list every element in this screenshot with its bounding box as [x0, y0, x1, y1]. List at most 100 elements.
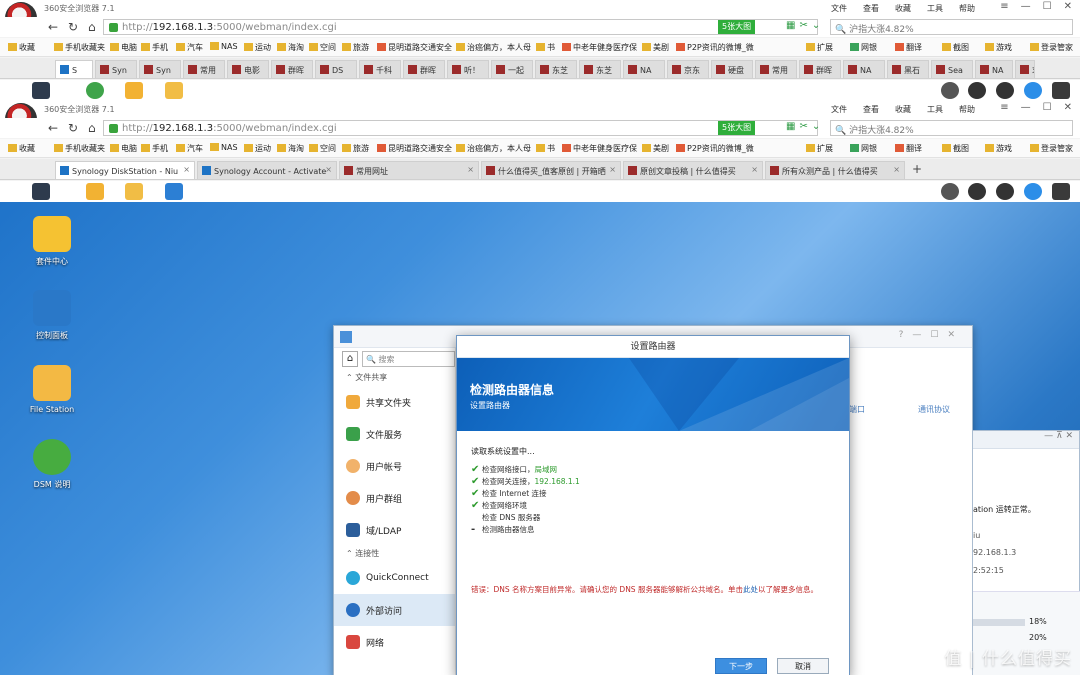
- bookmark-item[interactable]: 书: [536, 42, 555, 53]
- bookmark-item[interactable]: NAS: [210, 143, 238, 152]
- desktop-icon-control-panel[interactable]: 控制面板: [20, 290, 84, 341]
- maximize-icon[interactable]: ☐: [1043, 102, 1052, 113]
- bookmark-item[interactable]: 治癌偏方，本人母: [456, 42, 531, 53]
- tab[interactable]: 东芝: [535, 60, 577, 78]
- close-tab-icon[interactable]: ×: [467, 165, 474, 174]
- maximize-icon[interactable]: ☐: [1043, 1, 1052, 12]
- sidebar-item-external-access[interactable]: 外部访问: [334, 594, 455, 626]
- tab[interactable]: 群晖: [403, 60, 445, 78]
- next-button[interactable]: 下一步: [715, 658, 767, 674]
- menu-help[interactable]: 帮助: [959, 3, 975, 14]
- folder-icon[interactable]: [165, 82, 183, 99]
- tab[interactable]: NA: [843, 60, 885, 78]
- bookmark-item[interactable]: 昆明道路交通安全: [377, 42, 452, 53]
- tab[interactable]: 东芝: [579, 60, 621, 78]
- close-tab-icon[interactable]: ×: [609, 165, 616, 174]
- window-controls-icon[interactable]: — ⊼ ✕: [973, 431, 1079, 449]
- sidebar-item-user[interactable]: 用户帐号: [334, 450, 455, 482]
- home-icon[interactable]: ⌂: [88, 20, 96, 34]
- bookmark-item[interactable]: 中老年健身医疗保: [562, 42, 637, 53]
- url-input[interactable]: http://192.168.1.3:5000/webman/index.cgi: [103, 19, 818, 35]
- desktop-icon-file-station[interactable]: File Station: [20, 365, 84, 414]
- tab[interactable]: 群晖: [271, 60, 313, 78]
- menu-tools[interactable]: 工具: [927, 104, 943, 115]
- bookmark-item[interactable]: 中老年健身医疗保: [562, 143, 637, 154]
- bookmark-item[interactable]: 网银: [850, 143, 877, 154]
- menu-help[interactable]: 帮助: [959, 104, 975, 115]
- menu-view[interactable]: 查看: [863, 3, 879, 14]
- tab[interactable]: Syn: [95, 60, 137, 78]
- bookmark-item[interactable]: 电脑: [110, 42, 137, 53]
- bookmark-item[interactable]: 空间: [309, 42, 336, 53]
- tab[interactable]: 电影: [227, 60, 269, 78]
- bookmark-item[interactable]: 治癌偏方，本人母: [456, 143, 531, 154]
- image-badge[interactable]: 5张大图: [718, 121, 756, 135]
- tab[interactable]: 一起: [491, 60, 533, 78]
- search-input[interactable]: 🔍 沪指大涨4.82%: [830, 120, 1073, 136]
- desktop-icon-dsm-help[interactable]: DSM 说明: [20, 439, 84, 490]
- tab[interactable]: 千科: [359, 60, 401, 78]
- close-icon[interactable]: ✕: [1064, 1, 1072, 12]
- bookmark-item[interactable]: 书: [536, 143, 555, 154]
- layout-icon[interactable]: [1052, 183, 1070, 200]
- tab[interactable]: 求个: [1015, 60, 1035, 78]
- widgets-icon[interactable]: [1024, 183, 1042, 200]
- bookmark-item[interactable]: 扩展: [806, 42, 833, 53]
- menu-view[interactable]: 查看: [863, 104, 879, 115]
- desktop-icon-package-center[interactable]: 套件中心: [20, 216, 84, 267]
- sidebar-item-quickconnect[interactable]: QuickConnect: [334, 562, 455, 594]
- bookmark-item[interactable]: P2P资讯的微博_微: [676, 42, 754, 53]
- tab-common-sites[interactable]: 常用网址 ×: [339, 161, 479, 179]
- bookmark-item[interactable]: 登录管家: [1030, 143, 1073, 154]
- menu-icon[interactable]: ≡: [1000, 102, 1008, 113]
- bookmark-item[interactable]: 海淘: [277, 143, 304, 154]
- close-tab-icon[interactable]: ×: [183, 165, 190, 174]
- tab[interactable]: 京东: [667, 60, 709, 78]
- minimize-icon[interactable]: —: [1021, 1, 1031, 12]
- folder-icon[interactable]: [125, 183, 143, 200]
- home-icon[interactable]: ⌂: [88, 121, 96, 135]
- package-icon[interactable]: [86, 183, 104, 200]
- bookmark-item[interactable]: 旅游: [342, 42, 369, 53]
- tab[interactable]: Syn: [139, 60, 181, 78]
- home-icon[interactable]: ⌂: [342, 351, 358, 367]
- bookmark-item[interactable]: 翻译: [895, 42, 922, 53]
- bookmark-item[interactable]: 翻译: [895, 143, 922, 154]
- section-file-sharing[interactable]: ⌃ 文件共享: [334, 370, 455, 386]
- sidebar-item-domain-ldap[interactable]: 域/LDAP: [334, 514, 455, 546]
- sidebar-item-shared-folder[interactable]: 共享文件夹: [334, 386, 455, 418]
- tab[interactable]: 黑石: [887, 60, 929, 78]
- bookmark-item[interactable]: 美剧: [642, 42, 669, 53]
- address-tools-icon[interactable]: ▦✂⌄: [786, 121, 824, 132]
- package-icon[interactable]: [125, 82, 143, 99]
- cancel-button[interactable]: 取消: [777, 658, 829, 674]
- bookmark-item[interactable]: 汽车: [176, 42, 203, 53]
- bookmark-item[interactable]: 运动: [244, 143, 271, 154]
- tab[interactable]: 群晖: [799, 60, 841, 78]
- tab[interactable]: S: [55, 60, 93, 78]
- bookmark-item[interactable]: 汽车: [176, 143, 203, 154]
- search-icon[interactable]: [996, 82, 1014, 99]
- address-tools-icon[interactable]: ▦✂⌄: [786, 20, 824, 31]
- bookmark-item[interactable]: 收藏: [8, 143, 35, 154]
- menu-file[interactable]: 文件: [831, 3, 847, 14]
- tab[interactable]: NA: [623, 60, 665, 78]
- bookmark-item[interactable]: 空间: [309, 143, 336, 154]
- close-icon[interactable]: ✕: [1064, 102, 1072, 113]
- bookmark-item[interactable]: 手机收藏夹: [54, 143, 105, 154]
- sidebar-item-file-services[interactable]: 文件服务: [334, 418, 455, 450]
- bookmark-item[interactable]: 网银: [850, 42, 877, 53]
- bookmark-item[interactable]: 游戏: [985, 42, 1012, 53]
- bookmark-item[interactable]: 截图: [942, 42, 969, 53]
- bookmark-item[interactable]: 旅游: [342, 143, 369, 154]
- bookmark-item[interactable]: P2P资讯的微博_微: [676, 143, 754, 154]
- bookmark-item[interactable]: 截图: [942, 143, 969, 154]
- bookmark-item[interactable]: 手机: [141, 42, 168, 53]
- tab[interactable]: DS: [315, 60, 357, 78]
- bookmark-item[interactable]: 登录管家: [1030, 42, 1073, 53]
- menu-favorites[interactable]: 收藏: [895, 3, 911, 14]
- menu-file[interactable]: 文件: [831, 104, 847, 115]
- url-input[interactable]: http://192.168.1.3:5000/webman/index.cgi: [103, 120, 818, 136]
- close-tab-icon[interactable]: ×: [325, 165, 332, 174]
- back-icon[interactable]: ←: [48, 20, 58, 34]
